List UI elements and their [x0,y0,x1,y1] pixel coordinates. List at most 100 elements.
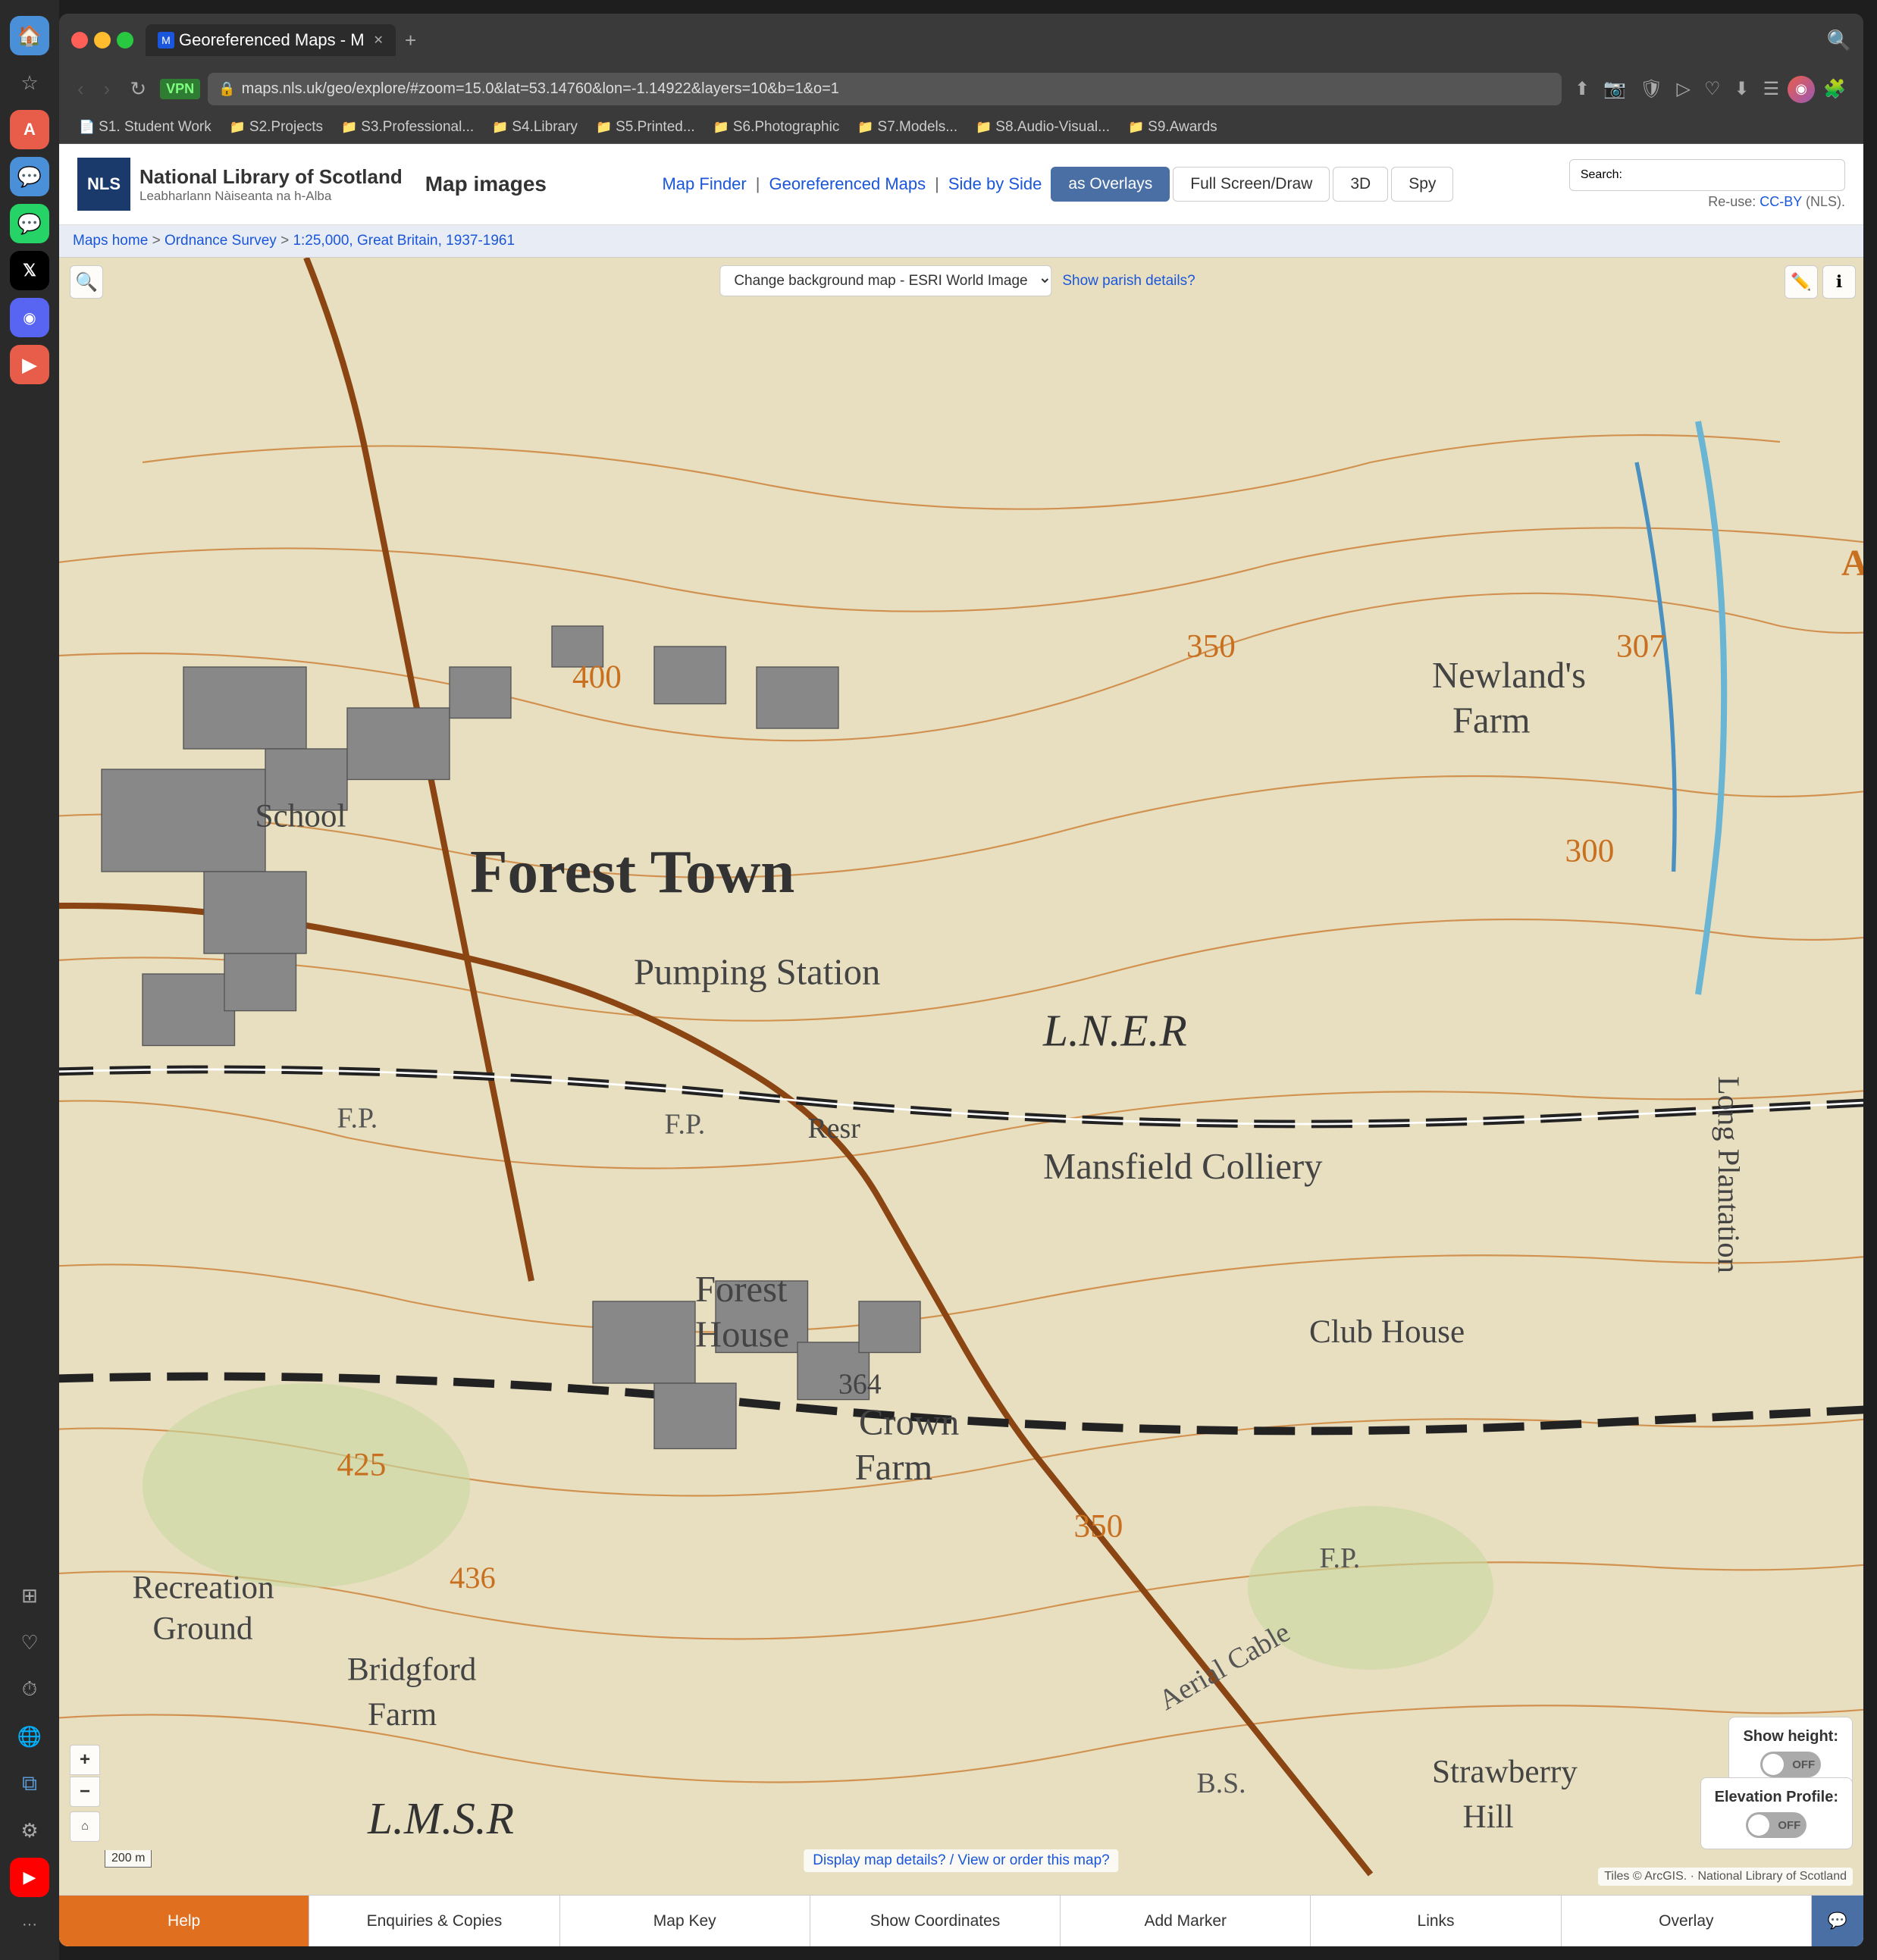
map-zoom-controls: + − ⌂ [70,1745,100,1842]
sidebar-settings-icon[interactable]: ⚙ [10,1811,49,1850]
reuse-suffix: (NLS). [1806,194,1845,209]
show-height-toggle-track[interactable]: OFF [1760,1752,1821,1777]
mac-sidebar: 🏠 ☆ A 💬 💬 𝕏 ◉ ▶ ⊞ ♡ ⏱ 🌐 ⧉ ⚙ ▶ ··· [0,0,59,1960]
sidebar-deploy-icon[interactable]: ▶ [10,345,49,384]
info-tool-button[interactable]: ℹ [1822,265,1856,299]
sidebar-whatsapp-icon[interactable]: 💬 [10,204,49,243]
play-button[interactable]: ▷ [1672,75,1696,103]
show-coordinates-button[interactable]: Show Coordinates [810,1896,1061,1946]
title-search-icon[interactable]: 🔍 [1827,29,1851,52]
georef-maps-link[interactable]: Georeferenced Maps [769,174,926,194]
svg-text:350: 350 [1186,629,1236,665]
help-button[interactable]: Help [59,1896,309,1946]
as-overlays-button[interactable]: as Overlays [1051,167,1170,202]
full-screen-draw-button[interactable]: Full Screen/Draw [1173,167,1330,202]
scale-label: 200 m [111,1852,145,1865]
search-bar[interactable]: Search: [1569,159,1845,191]
refresh-button[interactable]: ↻ [124,74,152,104]
overlay-button[interactable]: Overlay [1562,1896,1812,1946]
elevation-profile-toggle-track[interactable]: OFF [1746,1812,1806,1838]
bookmark-s7[interactable]: 📁 S7.Models... [850,116,965,139]
tab-close-button[interactable]: ✕ [374,33,384,48]
sidebar-home-icon[interactable]: 🏠 [10,16,49,55]
elevation-profile-widget: Elevation Profile: OFF [1700,1777,1853,1849]
back-button[interactable]: ‹ [71,74,90,104]
forward-button[interactable]: › [98,74,117,104]
bookmark-s1[interactable]: 📄 S1. Student Work [71,116,219,139]
bookmark-s1-label: S1. Student Work [99,119,212,136]
sidebar-clock-icon[interactable]: ⏱ [10,1670,49,1709]
map-finder-link[interactable]: Map Finder [662,174,746,194]
3d-button[interactable]: 3D [1333,167,1388,202]
heart-button[interactable]: ♡ [1699,75,1726,103]
links-button[interactable]: Links [1311,1896,1561,1946]
svg-text:Ground: Ground [153,1611,253,1647]
bookmark-s9[interactable]: 📁 S9.Awards [1120,116,1225,139]
shields-button[interactable]: 🛡 [1634,75,1668,103]
bookmark-s2[interactable]: 📁 S2.Projects [222,116,331,139]
sidebar-youtube-icon[interactable]: ▶ [10,1858,49,1897]
profile-avatar[interactable]: ◉ [1788,76,1815,103]
spy-button[interactable]: Spy [1391,167,1453,202]
bookmark-s4[interactable]: 📁 S4.Library [484,116,585,139]
show-parish-button[interactable]: Show parish details? [1054,268,1202,294]
url-bar[interactable]: 🔒 maps.nls.uk/geo/explore/#zoom=15.0&lat… [208,73,1562,105]
add-marker-button[interactable]: Add Marker [1061,1896,1311,1946]
lock-icon: 🔒 [218,81,235,97]
map-container[interactable]: L.N.E.R [59,258,1863,1895]
maximize-button[interactable] [117,32,133,49]
sidebar-fav-icon[interactable]: ☆ [10,63,49,102]
sidebar-messenger-icon[interactable]: 💬 [10,157,49,196]
tab-favicon: M [158,32,174,49]
breadcrumb-home[interactable]: Maps home [73,233,148,249]
minimize-button[interactable] [94,32,111,49]
sidebar-globe-icon[interactable]: 🌐 [10,1717,49,1756]
bookmark-s8[interactable]: 📁 S8.Audio-Visual... [968,116,1117,139]
active-tab[interactable]: M Georeferenced Maps - M ✕ [146,24,396,56]
home-zoom-button[interactable]: ⌂ [70,1811,100,1842]
map-scale: 200 m [105,1850,152,1868]
svg-text:Farm: Farm [1452,700,1531,740]
background-map-select[interactable]: Change background map - ESRI World Image [719,265,1051,296]
chat-button[interactable]: 💬 [1812,1896,1863,1946]
sidebar-grid-icon[interactable]: ⊞ [10,1576,49,1615]
zoom-in-button[interactable]: + [70,1745,100,1775]
cc-by-link[interactable]: CC-BY [1759,194,1802,209]
breadcrumb-series[interactable]: 1:25,000, Great Britain, 1937-1961 [293,233,515,249]
map-key-button[interactable]: Map Key [560,1896,810,1946]
enquiries-button[interactable]: Enquiries & Copies [309,1896,559,1946]
url-text: maps.nls.uk/geo/explore/#zoom=15.0&lat=5… [242,80,839,98]
bookmark-s5[interactable]: 📁 S5.Printed... [588,116,703,139]
svg-text:Crown: Crown [859,1401,959,1442]
elevation-profile-toggle[interactable]: OFF [1746,1812,1806,1838]
sidebar-heart-icon[interactable]: ♡ [10,1623,49,1662]
download-button[interactable]: ⬇ [1728,75,1754,103]
sidebar-discord-icon[interactable]: ◉ [10,298,49,337]
svg-text:Pumping Station: Pumping Station [634,952,880,993]
share-button[interactable]: ⬆ [1569,75,1595,103]
menu-button[interactable]: ☰ [1758,75,1785,103]
search-input[interactable] [1628,166,1834,184]
vpn-badge: VPN [160,79,200,99]
zoom-out-button[interactable]: − [70,1777,100,1807]
map-details-link[interactable]: Display map details? / View or order thi… [804,1849,1118,1872]
sidebar-layers-icon[interactable]: ⧉ [10,1764,49,1803]
map-search-button[interactable]: 🔍 [70,265,103,299]
bookmark-s3[interactable]: 📁 S3.Professional... [334,116,481,139]
side-by-side-link[interactable]: Side by Side [948,174,1042,194]
sidebar-dots-icon[interactable]: ··· [10,1905,49,1944]
bookmark-s5-icon: 📁 [596,120,612,135]
bookmark-s6[interactable]: 📁 S6.Photographic [706,116,848,139]
sidebar-arc-icon[interactable]: A [10,110,49,149]
breadcrumb-ordnance[interactable]: Ordnance Survey [165,233,277,249]
close-button[interactable] [71,32,88,49]
sidebar-twitter-icon[interactable]: 𝕏 [10,251,49,290]
edit-tool-button[interactable]: ✏️ [1785,265,1818,299]
show-height-toggle[interactable]: OFF [1760,1752,1821,1777]
svg-text:Forest: Forest [695,1269,788,1310]
extension-button[interactable]: 🧩 [1818,75,1851,103]
svg-text:364: 364 [838,1369,882,1401]
bookmark-s8-label: S8.Audio-Visual... [995,119,1110,136]
camera-button[interactable]: 📷 [1598,75,1631,103]
new-tab-button[interactable]: + [399,26,422,55]
